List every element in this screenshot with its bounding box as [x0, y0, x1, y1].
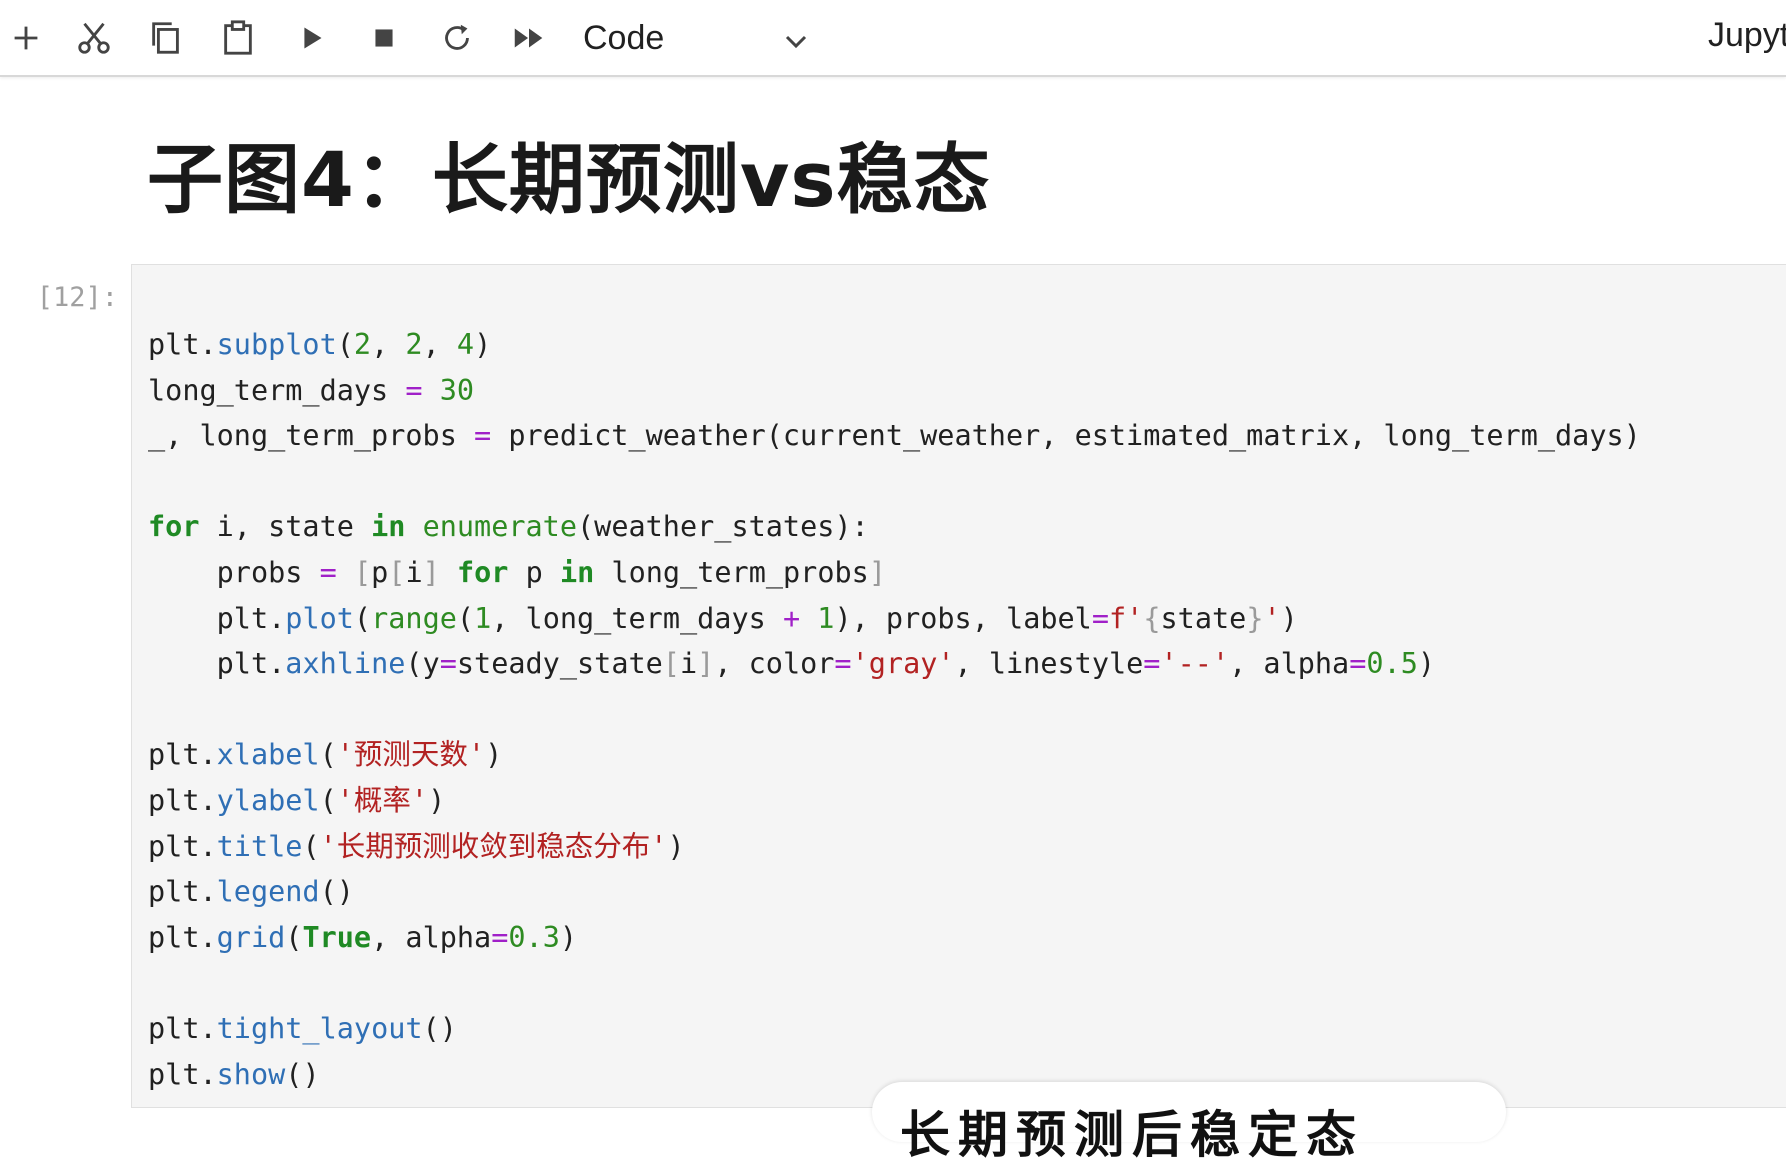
code-line: probs = [p[i] for p in long_term_probs]	[148, 555, 886, 589]
restart-kernel-button[interactable]	[431, 12, 483, 64]
paste-icon	[224, 20, 252, 55]
code-line: plt.title('长期预测收敛到稳态分布')	[148, 829, 685, 863]
run-cell-button[interactable]	[286, 12, 338, 64]
markdown-heading: 子图4：长期预测vs稳态	[147, 135, 991, 224]
cell-type-dropdown[interactable]: Code	[583, 12, 823, 64]
insert-cell-below-button[interactable]	[0, 12, 52, 64]
code-line: plt.tight_layout()	[148, 1011, 457, 1045]
scissors-icon	[78, 22, 110, 54]
chevron-down-icon	[785, 35, 807, 49]
code-line: plt.ylabel('概率')	[148, 783, 446, 817]
plus-icon	[14, 26, 38, 50]
code-line: plt.grid(True, alpha=0.3)	[148, 920, 578, 954]
fast-forward-icon	[514, 28, 543, 48]
code-line: plt.legend()	[148, 875, 354, 909]
paste-cells-button[interactable]	[212, 12, 264, 64]
code-line: plt.plot(range(1, long_term_days + 1), p…	[148, 601, 1298, 635]
stop-icon	[375, 29, 393, 47]
code-line: for i, state in enumerate(weather_states…	[148, 510, 869, 544]
copy-cells-button[interactable]	[140, 12, 192, 64]
code-line: plt.subplot(2, 2, 4)	[148, 328, 492, 361]
code-line: plt.axhline(y=steady_state[i], color='gr…	[148, 647, 1436, 681]
code-line: long_term_days = 30	[148, 373, 475, 407]
video-subtitle-text: 长期预测后稳定态	[900, 1106, 1364, 1164]
restart-run-all-button[interactable]	[503, 12, 555, 64]
play-icon	[304, 27, 322, 49]
copy-icon	[152, 22, 179, 54]
code-line: plt.xlabel('预测天数')	[148, 738, 503, 772]
cut-cells-button[interactable]	[68, 12, 120, 64]
refresh-icon	[445, 24, 469, 50]
notebook-toolbar: Code Jupyt	[0, 0, 1786, 77]
interrupt-kernel-button[interactable]	[358, 12, 410, 64]
code-line: _, long_term_probs = predict_weather(cur…	[148, 419, 1641, 453]
kernel-name-label: Jupyt	[1708, 16, 1786, 54]
cell-prompt: [12]:	[36, 282, 118, 313]
cell-type-value: Code	[583, 18, 665, 57]
code-editor[interactable]: plt.subplot(2, 2, 4) long_term_days = 30 _…	[148, 322, 1641, 1097]
